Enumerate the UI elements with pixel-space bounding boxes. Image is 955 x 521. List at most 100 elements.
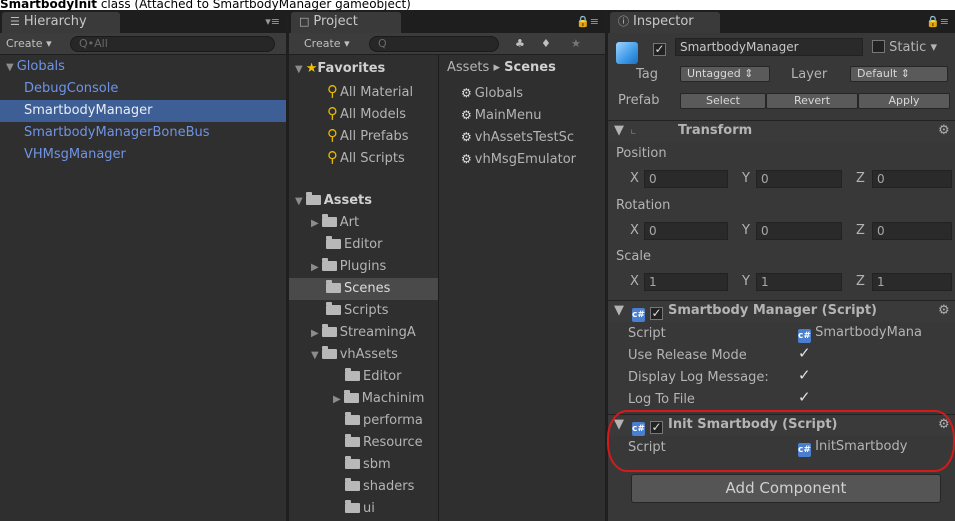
asset-folder[interactable]: ▶ Art <box>289 212 438 234</box>
asset-folder[interactable]: ▼ vhAssets <box>289 344 438 366</box>
axis-z-label: Z <box>856 274 865 289</box>
scene-item[interactable]: ⚙ vhAssetsTestSc <box>461 126 605 148</box>
asset-folder[interactable]: Resource <box>289 432 438 454</box>
tag-label: Tag <box>636 67 659 82</box>
init-script-label: Script <box>628 440 666 455</box>
assets-header[interactable]: ▼ Assets <box>289 190 438 212</box>
fold-closed-icon: ▶ <box>311 328 319 339</box>
script-reference[interactable]: c# SmartbodyMana <box>798 325 922 343</box>
breadcrumb: Assets ▸ Scenes <box>447 60 556 75</box>
unity-scene-icon: ⚙ <box>461 152 472 166</box>
asset-folder[interactable]: Scripts <box>289 300 438 322</box>
filter-label-icon[interactable]: ♦ <box>541 36 551 52</box>
lock-menu-icon[interactable]: 🔒≡ <box>576 15 599 28</box>
hierarchy-item[interactable]: SmartbodyManagerBoneBus <box>0 122 286 144</box>
hierarchy-item[interactable]: VHMsgManager <box>0 144 286 166</box>
position-x-input[interactable]: 0 <box>644 170 728 188</box>
fold-open-icon: ▼ <box>6 62 14 73</box>
checkbox-empty-icon <box>872 40 885 53</box>
script-icon: c# <box>632 308 645 322</box>
list-icon: ☰ <box>10 15 20 28</box>
asset-folder[interactable]: ui <box>289 498 438 520</box>
hierarchy-item-selected[interactable]: SmartbodyManager <box>0 100 286 122</box>
script-icon: c# <box>632 422 645 436</box>
asset-folder[interactable]: Editor <box>289 234 438 256</box>
add-component-button[interactable]: Add Component <box>631 474 941 503</box>
asset-folder[interactable]: performa <box>289 410 438 432</box>
fold-open-icon: ▼ <box>614 303 624 318</box>
display-log-message-label: Display Log Message: <box>628 370 769 385</box>
enabled-checkbox[interactable]: ✓ <box>650 418 663 434</box>
scene-item[interactable]: ⚙ Globals <box>461 82 605 104</box>
position-z-input[interactable]: 0 <box>872 170 952 188</box>
enabled-checkbox[interactable]: ✓ <box>650 304 663 320</box>
use-release-mode-checkbox[interactable]: ✓ <box>798 344 811 362</box>
layer-dropdown[interactable]: Default ⇕ <box>850 66 948 82</box>
static-toggle[interactable]: Static ▾ <box>872 40 937 55</box>
tag-dropdown[interactable]: Untagged ⇕ <box>680 66 770 82</box>
folder-icon <box>345 434 360 447</box>
filter-type-icon[interactable]: ♣ <box>515 36 525 52</box>
folder-icon <box>326 302 341 315</box>
project-create-button[interactable]: Create ▾ <box>304 36 350 52</box>
tab-menu-icon[interactable]: ▾≡ <box>265 15 280 28</box>
favorite-item[interactable]: ⚲ All Material <box>289 80 438 102</box>
prefab-revert-button[interactable]: Revert <box>766 93 858 109</box>
favorite-item[interactable]: ⚲ All Models <box>289 102 438 124</box>
hierarchy-item[interactable]: DebugConsole <box>0 78 286 100</box>
asset-folder[interactable]: ▶ StreamingA <box>289 322 438 344</box>
hierarchy-search-input[interactable]: Q•All <box>70 36 275 52</box>
init-smartbody-header[interactable]: ▼ c# ✓ Init Smartbody (Script) ⚙ <box>608 414 955 436</box>
scene-item[interactable]: ⚙ MainMenu <box>461 104 605 126</box>
asset-folder-selected[interactable]: Scenes <box>289 278 438 300</box>
lock-menu-icon[interactable]: 🔒≡ <box>926 15 949 28</box>
folder-icon <box>321 214 337 227</box>
prefab-select-button[interactable]: Select <box>680 93 766 109</box>
favorite-item[interactable]: ⚲ All Prefabs <box>289 124 438 146</box>
caption-text: SmartbodyInit class (Attached to Smartbo… <box>0 0 955 10</box>
tab-project[interactable]: □ Project <box>291 12 401 33</box>
transform-header[interactable]: ▼ ⌞ Transform ⚙ <box>608 120 955 142</box>
scene-item[interactable]: ⚙ vhMsgEmulator <box>461 148 605 170</box>
prefab-apply-button[interactable]: Apply <box>858 93 950 109</box>
asset-folder[interactable]: ▶ Plugins <box>289 256 438 278</box>
favorite-item[interactable]: ⚲ All Scripts <box>289 146 438 168</box>
rotation-y-input[interactable]: 0 <box>756 222 842 240</box>
asset-folder[interactable]: sbm <box>289 454 438 476</box>
axis-x-label: X <box>630 274 639 289</box>
rotation-z-input[interactable]: 0 <box>872 222 952 240</box>
fold-open-icon: ▼ <box>295 64 303 75</box>
asset-folder[interactable]: shaders <box>289 476 438 498</box>
gear-icon[interactable]: ⚙ <box>938 417 950 432</box>
project-search-input[interactable]: Q <box>369 36 499 52</box>
init-script-reference[interactable]: c# InitSmartbody <box>798 439 907 457</box>
rotation-x-input[interactable]: 0 <box>644 222 728 240</box>
object-name-input[interactable]: SmartbodyManager <box>675 38 863 56</box>
favorite-star-icon[interactable]: ★ <box>571 36 581 52</box>
hierarchy-root-globals[interactable]: ▼ Globals <box>0 56 286 78</box>
asset-folder[interactable]: ▶ Machinim <box>289 388 438 410</box>
hierarchy-panel: ☰ Hierarchy ▾≡ Create ▾ Q•All ▼ Globals De… <box>0 10 286 521</box>
tab-hierarchy[interactable]: ☰ Hierarchy <box>2 12 120 33</box>
tab-inspector[interactable]: ⓘ Inspector <box>610 12 720 33</box>
create-button[interactable]: Create ▾ <box>6 36 52 52</box>
folder-icon <box>321 258 337 271</box>
smartbody-manager-header[interactable]: ▼ c# ✓ Smartbody Manager (Script) ⚙ <box>608 300 955 322</box>
info-icon: ⓘ <box>618 15 629 28</box>
scale-z-input[interactable]: 1 <box>872 273 952 291</box>
scale-y-input[interactable]: 1 <box>756 273 842 291</box>
scale-x-input[interactable]: 1 <box>644 273 728 291</box>
dropdown-arrows-icon: ⇕ <box>900 67 910 80</box>
display-log-message-checkbox[interactable]: ✓ <box>798 366 811 384</box>
position-y-input[interactable]: 0 <box>756 170 842 188</box>
gear-icon[interactable]: ⚙ <box>938 123 950 138</box>
rotation-label: Rotation <box>616 198 671 213</box>
log-to-file-checkbox[interactable]: ✓ <box>798 388 811 406</box>
search-icon: ⚲ <box>327 82 338 100</box>
favorites-header[interactable]: ▼ ★Favorites <box>289 58 438 80</box>
active-checkbox[interactable]: ✓ <box>653 40 666 56</box>
gear-icon[interactable]: ⚙ <box>938 303 950 318</box>
unity-scene-icon: ⚙ <box>461 108 472 122</box>
scale-label: Scale <box>616 249 651 264</box>
asset-folder[interactable]: Editor <box>289 366 438 388</box>
